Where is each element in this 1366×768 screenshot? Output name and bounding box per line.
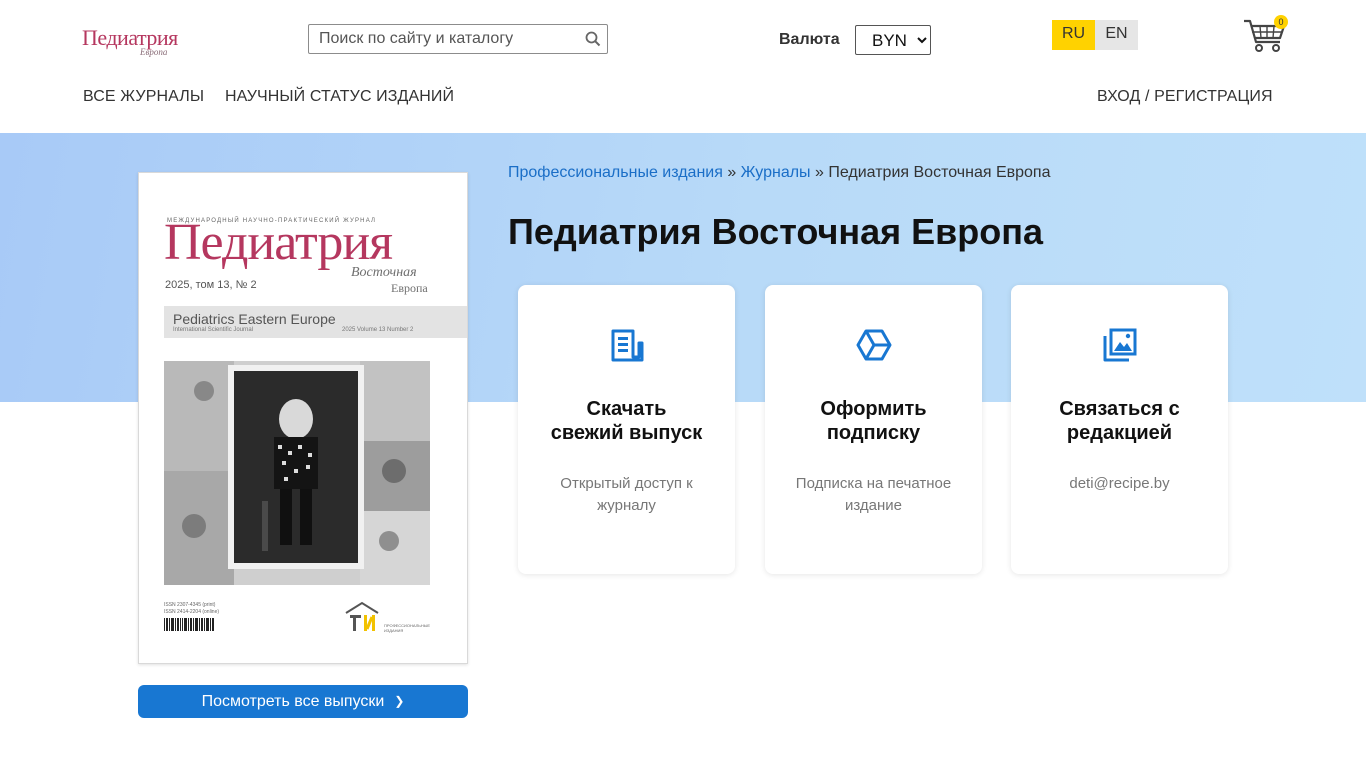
breadcrumb-separator: » (810, 164, 829, 181)
cover-subtitle-europe: Европа (391, 281, 428, 295)
card-subscribe[interactable]: Оформить подписку Подписка на печатное и… (765, 285, 982, 574)
page-title: Педиатрия Восточная Европа (508, 211, 1044, 252)
currency-select[interactable]: BYN (855, 25, 931, 55)
cover-english-band: Pediatrics Eastern Europe International … (164, 306, 467, 338)
cover-publisher-text: ПРОФЕССИОНАЛЬНЫЕ ИЗДАНИЯ (384, 623, 431, 633)
logo-subtext: Европа (140, 47, 168, 57)
lang-ru-button[interactable]: RU (1052, 20, 1095, 50)
publisher-logo-icon (344, 601, 380, 633)
card-description: deti@recipe.by (1069, 475, 1170, 492)
card-description: Открытый доступ к журналу (560, 475, 693, 514)
breadcrumb: Профессиональные издания » Журналы » Пед… (508, 164, 1050, 182)
cube-icon (856, 327, 892, 363)
cover-issn-online: ISSN 2414-2204 (online) (164, 609, 220, 615)
document-icon (609, 327, 645, 363)
card-download-issue[interactable]: Скачать свежий выпуск Открытый доступ к … (518, 285, 735, 574)
cover-title: Педиатрия (164, 214, 393, 271)
card-title: Оформить подписку (820, 398, 927, 444)
card-contact-editorial[interactable]: Связаться с редакцией deti@recipe.by (1011, 285, 1228, 574)
card-title: Связаться с редакцией (1059, 398, 1180, 444)
language-switcher: RU EN (1052, 20, 1138, 50)
nav-login-register[interactable]: ВХОД / РЕГИСТРАЦИЯ (1097, 88, 1273, 106)
chevron-right-icon: ❯ (394, 694, 405, 708)
cover-issn-print: ISSN 2307-4345 (print) (164, 602, 216, 608)
cover-english-title: Pediatrics Eastern Europe (173, 311, 336, 327)
currency-label: Валюта (779, 31, 840, 48)
search-icon[interactable] (585, 31, 601, 47)
cover-english-subtitle: International Scientific Journal (173, 327, 254, 333)
breadcrumb-current: Педиатрия Восточная Европа (828, 164, 1051, 181)
breadcrumb-professional-editions[interactable]: Профессиональные издания (508, 164, 723, 181)
breadcrumb-separator: » (722, 164, 741, 181)
page: Педиатрия Европа Валюта BYN RU EN (0, 0, 1366, 768)
cover-photo-collage (164, 361, 430, 585)
site-header: Педиатрия Европа Валюта BYN RU EN (0, 0, 1366, 133)
lang-en-button[interactable]: EN (1095, 20, 1138, 50)
search-box (308, 24, 608, 54)
view-all-issues-label: Посмотреть все выпуски (201, 693, 385, 710)
nav-scientific-status[interactable]: НАУЧНЫЙ СТАТУС ИЗДАНИЙ (225, 88, 454, 106)
breadcrumb-journals[interactable]: Журналы (741, 164, 811, 181)
cover-subtitle-east: Восточная (351, 265, 417, 280)
nav-all-journals[interactable]: ВСЕ ЖУРНАЛЫ (83, 88, 204, 106)
search-input[interactable] (309, 25, 579, 53)
barcode-icon (164, 618, 214, 634)
cart-count-badge: 0 (1274, 15, 1288, 29)
cover-issue: 2025, том 13, № 2 (165, 279, 257, 291)
site-logo[interactable]: Педиатрия Европа (82, 22, 186, 60)
cover-english-number: 2025 Volume 13 Number 2 (342, 327, 414, 333)
card-description: Подписка на печатное издание (795, 475, 952, 514)
image-gallery-icon (1102, 327, 1138, 363)
card-title: Скачать свежий выпуск (550, 398, 703, 444)
view-all-issues-button[interactable]: Посмотреть все выпуски ❯ (138, 685, 468, 718)
journal-cover[interactable]: МЕЖДУНАРОДНЫЙ НАУЧНО-ПРАКТИЧЕСКИЙ ЖУРНАЛ… (138, 172, 468, 664)
